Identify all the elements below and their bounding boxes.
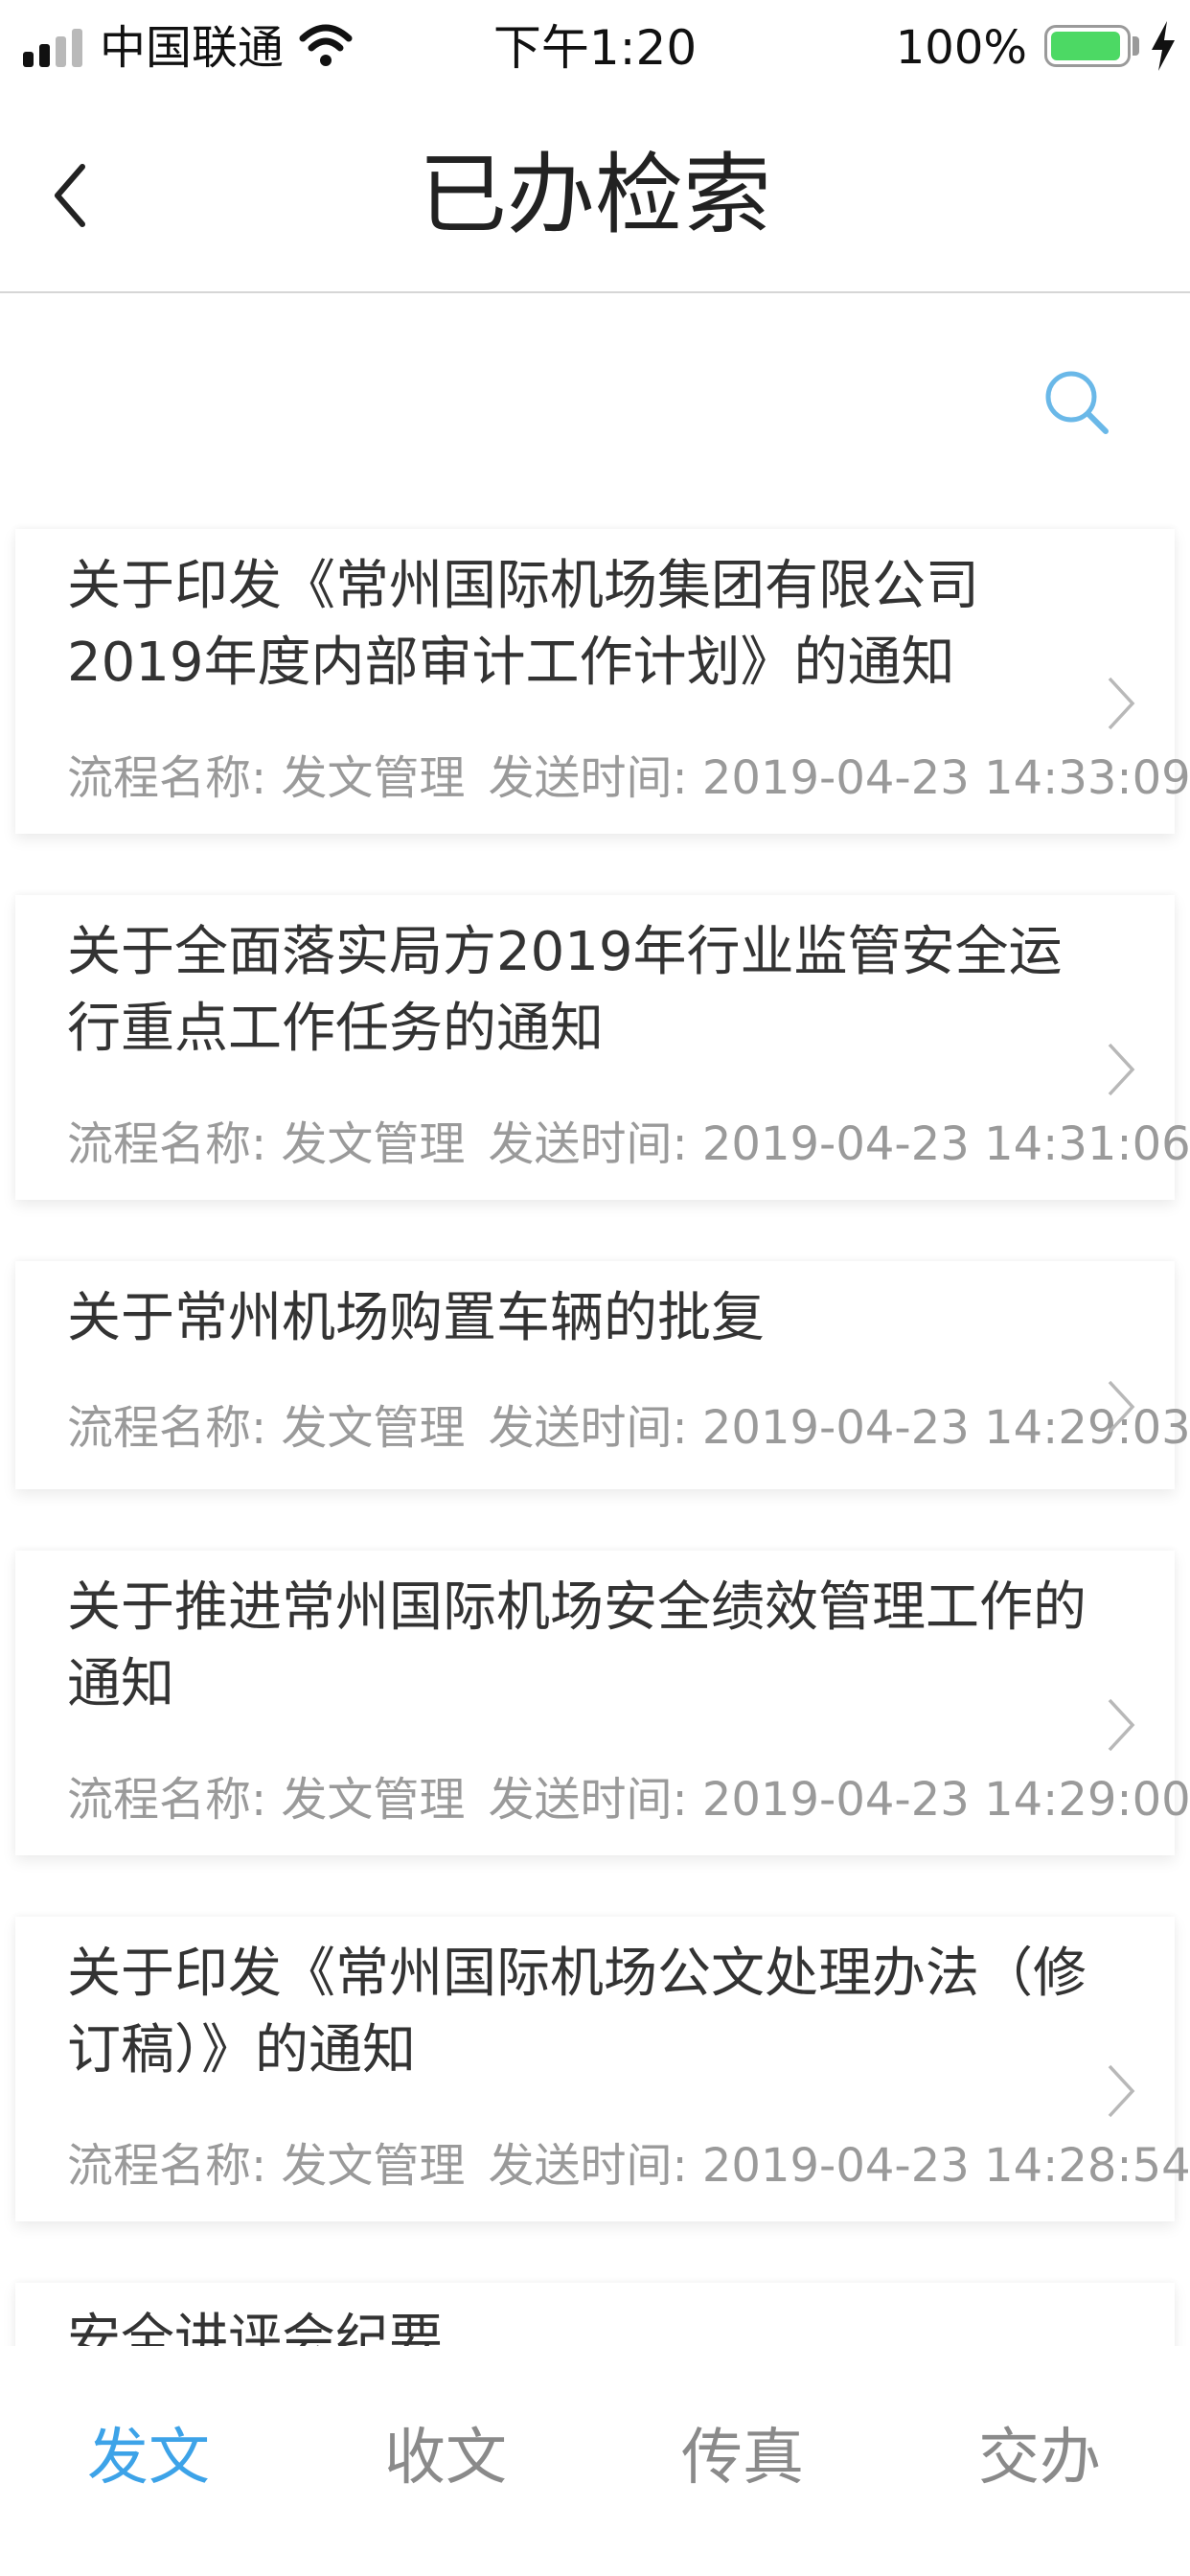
send-time: 发送时间: 2019-04-23 14:29:00 xyxy=(488,1773,1190,1827)
list-item-title: 关于印发《常州国际机场公文处理办法（修订稿）》的通知 xyxy=(67,1943,1087,2082)
list-item-title: 关于全面落实局方2019年行业监管安全运行重点工作任务的通知 xyxy=(67,921,1063,1060)
battery-tip xyxy=(1133,36,1139,56)
list-item-title: 安全讲评会纪要 xyxy=(67,2309,443,2346)
chevron-right-icon xyxy=(1108,1043,1135,1096)
search-button[interactable] xyxy=(1039,364,1115,441)
list-item[interactable]: 关于全面落实局方2019年行业监管安全运行重点工作任务的通知 流程名称: 发文管… xyxy=(15,895,1190,1200)
flow-name: 流程名称: 发文管理 xyxy=(67,1773,466,1827)
send-time: 发送时间: 2019-04-23 14:29:03 xyxy=(488,1401,1190,1455)
list-item-title: 关于印发《常州国际机场集团有限公司2019年度内部审计工作计划》的通知 xyxy=(67,555,979,694)
list-item-meta: 流程名称: 发文管理 发送时间: 2019-04-23 14:29:03 xyxy=(67,1399,1190,1457)
tab-bar: 发文 收文 传真 交办 xyxy=(0,2346,1190,2576)
send-time: 发送时间: 2019-04-23 14:33:09 xyxy=(488,751,1190,805)
chevron-right-icon xyxy=(1108,1698,1135,1752)
list-item-title: 关于常州机场购置车辆的批复 xyxy=(67,1287,765,1349)
flow-name: 流程名称: 发文管理 xyxy=(67,751,466,805)
flow-name: 流程名称: 发文管理 xyxy=(67,1117,466,1171)
list-item-title: 关于推进常州国际机场安全绩效管理工作的通知 xyxy=(67,1576,1087,1715)
flow-name: 流程名称: 发文管理 xyxy=(67,2139,466,2193)
chevron-right-icon xyxy=(1108,677,1135,730)
status-bar: 中国联通 下午1:20 100% xyxy=(0,0,1190,96)
tab-fax[interactable]: 传真 xyxy=(594,2415,891,2501)
list-item[interactable]: 安全讲评会纪要 xyxy=(15,2283,1175,2346)
battery-icon xyxy=(1044,25,1131,67)
page-title: 已办检索 xyxy=(418,144,771,246)
flow-name: 流程名称: 发文管理 xyxy=(67,1401,466,1455)
charging-icon xyxy=(1152,21,1175,71)
send-time: 发送时间: 2019-04-23 14:28:54 xyxy=(488,2139,1190,2193)
list-item-meta: 流程名称: 发文管理 发送时间: 2019-04-23 14:33:09 xyxy=(67,749,1190,807)
list-item-meta: 流程名称: 发文管理 发送时间: 2019-04-23 14:29:00 xyxy=(67,1771,1190,1828)
search-icon xyxy=(1045,371,1109,434)
list-item[interactable]: 关于印发《常州国际机场集团有限公司2019年度内部审计工作计划》的通知 流程名称… xyxy=(15,529,1190,834)
chevron-right-icon xyxy=(1108,2064,1135,2118)
list-item[interactable]: 关于推进常州国际机场安全绩效管理工作的通知 流程名称: 发文管理 发送时间: 20… xyxy=(15,1551,1190,1855)
send-time: 发送时间: 2019-04-23 14:31:06 xyxy=(488,1117,1190,1171)
list-item[interactable]: 关于常州机场购置车辆的批复 流程名称: 发文管理 发送时间: 2019-04-23… xyxy=(15,1261,1190,1489)
nav-bar: 已办检索 xyxy=(0,96,1190,293)
battery-percentage: 100% xyxy=(895,21,1027,75)
list-item-meta: 流程名称: 发文管理 发送时间: 2019-04-23 14:31:06 xyxy=(67,1116,1190,1173)
list-item-meta: 流程名称: 发文管理 发送时间: 2019-04-23 14:28:54 xyxy=(67,2137,1190,2195)
chevron-right-icon xyxy=(1108,1380,1135,1434)
tab-assigned[interactable]: 交办 xyxy=(891,2415,1188,2501)
list-item[interactable]: 关于印发《常州国际机场公文处理办法（修订稿）》的通知 流程名称: 发文管理 发送时… xyxy=(15,1917,1190,2221)
tab-receive-document[interactable]: 收文 xyxy=(297,2415,594,2501)
tab-send-document[interactable]: 发文 xyxy=(0,2415,297,2501)
document-list: 关于印发《常州国际机场集团有限公司2019年度内部审计工作计划》的通知 流程名称… xyxy=(0,518,1190,2346)
